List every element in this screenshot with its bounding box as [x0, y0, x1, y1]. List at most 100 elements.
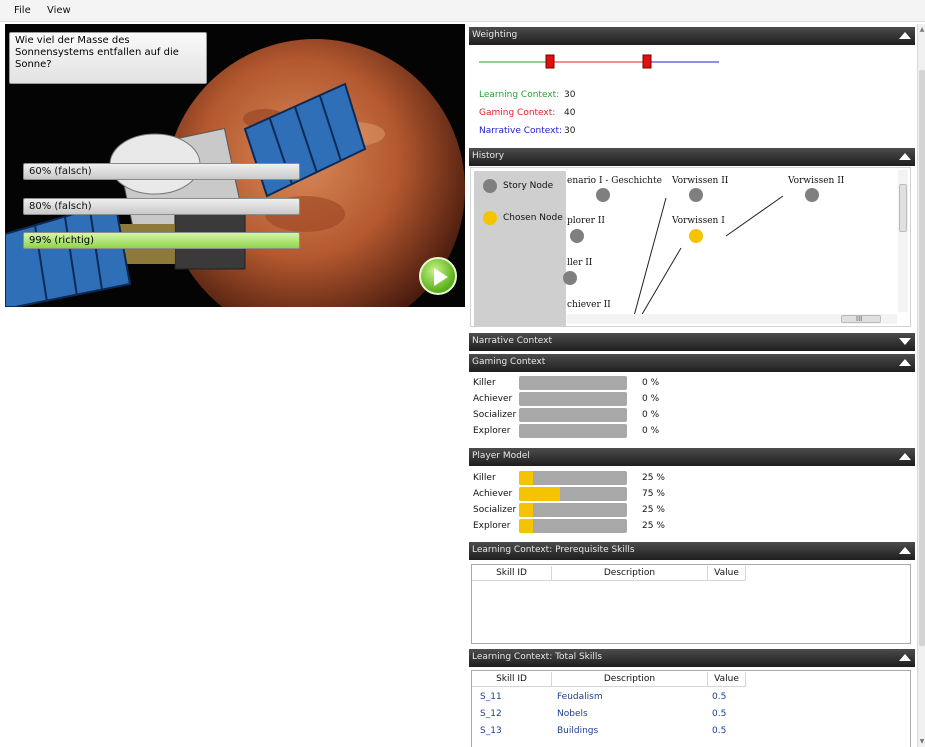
history-node-label: plorer II	[567, 216, 605, 226]
collapse-icon	[899, 359, 911, 366]
history-vscrollbar[interactable]	[898, 170, 908, 312]
player-killer-bar	[519, 471, 627, 485]
learning-context-value: 30	[564, 90, 576, 100]
weighting-header[interactable]: Weighting	[469, 27, 915, 45]
gaming-context-value: 40	[564, 108, 576, 118]
collapse-icon	[899, 32, 911, 39]
gaming-achiever-bar	[519, 392, 627, 406]
prereq-skills-header[interactable]: Learning Context: Prerequisite Skills	[469, 542, 915, 560]
right-panel: Weighting Learning Context: 30 Gaming Co…	[467, 24, 917, 747]
narrative-header[interactable]: Narrative Context	[469, 333, 915, 351]
skill-description-cell[interactable]: Nobels	[557, 709, 588, 719]
history-header[interactable]: History	[469, 148, 915, 166]
column-header-skill-id[interactable]: Skill ID	[472, 566, 552, 581]
skill-value-cell[interactable]: 0.5	[712, 692, 726, 702]
player-killer-label: Killer	[473, 473, 496, 483]
scroll-up-icon[interactable]: ▲	[918, 26, 925, 33]
skill-description-cell[interactable]: Buildings	[557, 726, 598, 736]
gaming-killer-value: 0 %	[642, 378, 660, 388]
skill-description-cell[interactable]: Feudalism	[557, 692, 603, 702]
right-panel-scrollbar[interactable]: ▲ ▼	[917, 24, 925, 747]
player-achiever-bar	[519, 487, 627, 501]
column-header-description[interactable]: Description	[552, 672, 708, 687]
history-graph: Story Node Chosen Node enario I - Geschi…	[470, 167, 911, 327]
skill-id-cell[interactable]: S_13	[480, 726, 502, 736]
gaming-socializer-bar	[519, 408, 627, 422]
weighting-title: Weighting	[472, 30, 518, 40]
narrative-context-value: 30	[564, 126, 576, 136]
menu-bar: File View	[0, 0, 925, 22]
skill-id-cell[interactable]: S_12	[480, 709, 502, 719]
player-explorer-bar	[519, 519, 627, 533]
player-achiever-label: Achiever	[473, 489, 513, 499]
gaming-explorer-bar	[519, 424, 627, 438]
narrative-context-label: Narrative Context:	[479, 126, 563, 136]
history-node-chosen[interactable]	[689, 229, 703, 243]
total-skills-title: Learning Context: Total Skills	[472, 652, 603, 662]
collapse-icon	[899, 654, 911, 661]
column-header-value[interactable]: Value	[708, 566, 746, 581]
menu-view[interactable]: View	[47, 5, 71, 16]
gaming-achiever-value: 0 %	[642, 394, 660, 404]
gaming-explorer-label: Explorer	[473, 426, 511, 436]
history-legend: Story Node Chosen Node	[474, 171, 566, 326]
total-skills-header[interactable]: Learning Context: Total Skills	[469, 649, 915, 667]
player-explorer-value: 25 %	[642, 521, 665, 531]
legend-chosen-node: Chosen Node	[503, 213, 563, 223]
scroll-down-icon[interactable]: ▼	[918, 738, 925, 745]
player-socializer-value: 25 %	[642, 505, 665, 515]
quiz-question: Wie viel der Masse des Sonnensystems ent…	[9, 32, 207, 84]
skill-value-cell[interactable]: 0.5	[712, 709, 726, 719]
history-node[interactable]	[563, 271, 577, 285]
player-killer-value: 25 %	[642, 473, 665, 483]
history-node[interactable]	[596, 188, 610, 202]
column-header-skill-id[interactable]: Skill ID	[472, 672, 552, 687]
menu-file[interactable]: File	[14, 5, 31, 16]
player-model-header[interactable]: Player Model	[469, 448, 915, 466]
slider-handle-2	[642, 54, 652, 69]
history-node-label: Vorwissen II	[672, 176, 729, 186]
skill-id-cell[interactable]: S_11	[480, 692, 502, 702]
column-header-value[interactable]: Value	[708, 672, 746, 687]
skill-value-cell[interactable]: 0.5	[712, 726, 726, 736]
gaming-header[interactable]: Gaming Context	[469, 354, 915, 372]
history-title: History	[472, 151, 505, 161]
scrollbar-thumb[interactable]	[919, 70, 925, 646]
history-node[interactable]	[570, 229, 584, 243]
column-header-description[interactable]: Description	[552, 566, 708, 581]
answer-option-1[interactable]: 60% (falsch)	[23, 163, 300, 180]
history-node[interactable]	[689, 188, 703, 202]
expand-icon	[899, 338, 911, 345]
history-node-label: ller II	[567, 258, 593, 268]
gaming-context-label: Gaming Context:	[479, 108, 556, 118]
player-socializer-bar	[519, 503, 627, 517]
collapse-icon	[899, 153, 911, 160]
history-hscrollbar[interactable]: III	[567, 314, 897, 324]
player-achiever-value: 75 %	[642, 489, 665, 499]
total-skills-table: Skill ID Description Value S_11 Feudalis…	[471, 670, 911, 747]
gaming-socializer-label: Socializer	[473, 410, 517, 420]
chosen-node-swatch	[483, 211, 497, 225]
learning-context-label: Learning Context:	[479, 90, 560, 100]
play-button[interactable]	[419, 257, 457, 295]
narrative-title: Narrative Context	[472, 336, 553, 346]
history-node-label: Vorwissen I	[672, 216, 725, 226]
history-node-label: chiever II	[567, 300, 611, 310]
hscroll-thumb[interactable]: III	[841, 315, 881, 323]
weighting-slider[interactable]	[477, 54, 722, 70]
story-node-swatch	[483, 179, 497, 193]
answer-option-2[interactable]: 80% (falsch)	[23, 198, 300, 215]
vscroll-thumb[interactable]	[899, 184, 907, 232]
prereq-skills-title: Learning Context: Prerequisite Skills	[472, 545, 635, 555]
answer-option-3-correct[interactable]: 99% (richtig)	[23, 232, 300, 249]
collapse-icon	[899, 453, 911, 460]
history-node-label: enario I - Geschichte	[567, 176, 662, 186]
gaming-killer-bar	[519, 376, 627, 390]
history-node-label: Vorwissen II	[788, 176, 845, 186]
slider-handle-1	[545, 54, 555, 69]
gaming-explorer-value: 0 %	[642, 426, 660, 436]
gaming-title: Gaming Context	[472, 357, 546, 367]
prereq-skills-table: Skill ID Description Value	[471, 564, 911, 644]
play-icon	[434, 268, 448, 286]
history-node[interactable]	[805, 188, 819, 202]
